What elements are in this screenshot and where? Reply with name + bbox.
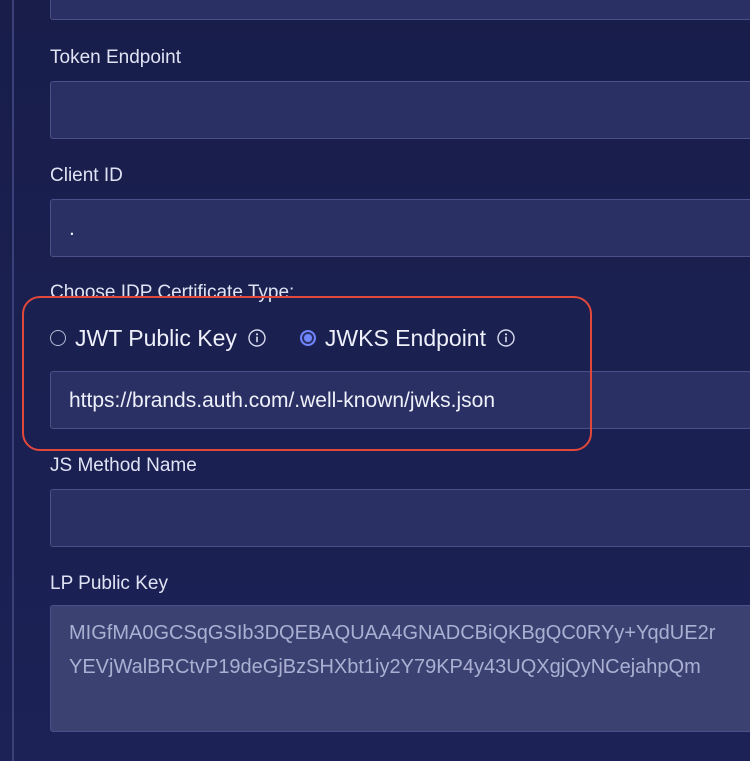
public-key-line: YEVjWalBRCtvP19deGjBzSHXbt1iy2Y79KP4y43U… <box>69 656 701 678</box>
info-icon[interactable] <box>497 329 515 347</box>
lp-public-key-label: LP Public Key <box>50 573 168 594</box>
certificate-type-label: Choose IDP Certificate Type: <box>50 282 295 303</box>
js-method-name-input[interactable] <box>50 489 750 547</box>
jwks-endpoint-label: JWKS Endpoint <box>324 324 486 351</box>
client-id-label: Client ID <box>50 165 123 186</box>
lp-public-key-textarea[interactable]: MIGfMA0GCSqGSIb3DQEBAQUAA4GNADCBiQKBgQC0… <box>50 605 750 732</box>
left-border <box>12 0 14 761</box>
jwt-public-key-radio[interactable] <box>50 330 66 346</box>
js-method-name-label: JS Method Name <box>50 455 197 476</box>
public-key-line: MIGfMA0GCSqGSIb3DQEBAQUAA4GNADCBiQKBgQC0… <box>69 622 716 644</box>
jwt-public-key-option[interactable]: JWT Public Key <box>50 325 266 352</box>
token-endpoint-label: Token Endpoint <box>50 47 181 68</box>
jwks-endpoint-radio[interactable] <box>299 330 316 346</box>
token-endpoint-input[interactable] <box>50 81 750 139</box>
info-icon[interactable] <box>248 329 266 347</box>
certificate-type-radio-group: JWT Public Key JWKS Endpoint <box>50 322 515 354</box>
jwks-endpoint-option[interactable]: JWKS Endpoint <box>299 324 515 352</box>
jwks-endpoint-url-input[interactable]: https://brands.auth.com/.well-known/jwks… <box>50 371 750 429</box>
previous-field-input[interactable] <box>50 0 750 20</box>
jwt-public-key-label: JWT Public Key <box>75 324 237 351</box>
client-id-input[interactable]: . <box>50 199 750 257</box>
